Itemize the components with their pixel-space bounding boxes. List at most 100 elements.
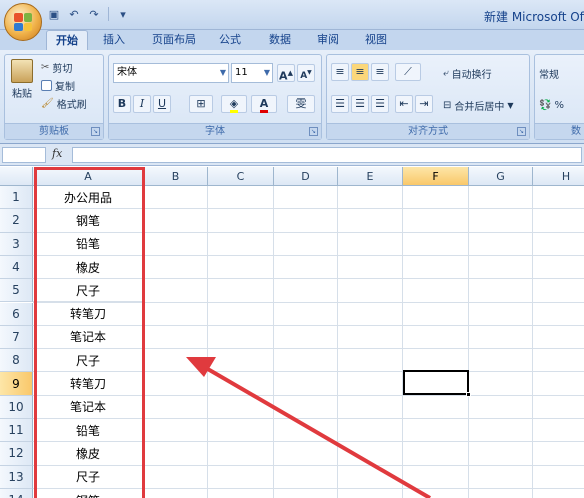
fill-handle[interactable] (466, 392, 471, 397)
paste-icon (11, 59, 33, 83)
paste-label: 粘贴 (12, 89, 32, 100)
ribbon-tabs: 开始 插入 页面布局 公式 数据 审阅 视图 (0, 30, 584, 50)
chevron-down-icon: ▼ (219, 68, 226, 77)
fill-color-button[interactable]: ◈ (221, 95, 247, 113)
shrink-font-button[interactable]: A▼ (297, 64, 315, 82)
font-color-button[interactable]: A (251, 95, 277, 113)
format-painter-button[interactable]: 🖌 格式刷 (41, 93, 87, 113)
grow-font-label: A (279, 69, 288, 83)
align-middle-icon: ≡ (355, 65, 365, 78)
font-launcher-icon[interactable]: ↘ (309, 127, 318, 136)
alignment-launcher-icon[interactable]: ↘ (517, 127, 526, 136)
scissors-icon: ✂ (41, 61, 50, 73)
merge-icon: ⊟ (443, 99, 452, 111)
row-header[interactable]: 2 (0, 209, 33, 233)
font-name-value: 宋体 (117, 67, 137, 78)
number-format-combo[interactable]: 常规 (539, 63, 559, 83)
align-middle-button[interactable]: ≡ (351, 63, 369, 81)
column-header-e[interactable]: E (338, 167, 403, 186)
wrap-text-icon: ⤶ (443, 67, 449, 79)
chevron-down-icon: ▼ (507, 100, 514, 110)
grid-vline (337, 186, 338, 498)
row-header[interactable]: 13 (0, 465, 33, 489)
font-size-combo[interactable]: 11 ▼ (231, 63, 273, 83)
tab-page-layout[interactable]: 页面布局 (144, 30, 204, 50)
tab-formulas[interactable]: 公式 (212, 30, 248, 50)
clipboard-launcher-icon[interactable]: ↘ (91, 127, 100, 136)
align-center-button[interactable]: ☰ (351, 95, 369, 113)
row-header[interactable]: 11 (0, 419, 33, 443)
increase-indent-icon: ⇥ (419, 97, 429, 110)
tab-insert[interactable]: 插入 (96, 30, 132, 50)
row-header[interactable]: 10 (0, 395, 33, 419)
name-box[interactable] (2, 147, 46, 163)
tab-view[interactable]: 视图 (358, 30, 394, 50)
tab-review[interactable]: 审阅 (310, 30, 346, 50)
row-header[interactable]: 12 (0, 442, 33, 466)
wrap-text-button[interactable]: ⤶ 自动换行 (443, 63, 492, 83)
fill-bucket-icon: ◈ (229, 97, 239, 113)
arrow-head (186, 357, 216, 377)
cut-button[interactable]: ✂ 剪切 (41, 57, 72, 77)
font-name-combo[interactable]: 宋体 ▼ (113, 63, 229, 83)
row-header[interactable]: 14 (0, 488, 33, 498)
row-header[interactable]: 1 (0, 186, 33, 210)
column-header-h[interactable]: H (533, 167, 584, 186)
tab-data[interactable]: 数据 (262, 30, 298, 50)
phonetic-button[interactable]: 雯 (287, 95, 315, 113)
row-header[interactable]: 8 (0, 349, 33, 373)
borders-button[interactable]: ⊞ (189, 95, 213, 113)
orientation-button[interactable]: ⟋ (395, 63, 421, 81)
paste-button[interactable]: 粘贴 (11, 59, 33, 105)
merge-center-button[interactable]: ⊟ 合并后居中 ▼ (443, 95, 514, 115)
arrow-shaft (204, 366, 432, 498)
column-header-f[interactable]: F (403, 167, 469, 186)
row-header[interactable]: 4 (0, 255, 33, 280)
fx-icon[interactable]: fx (52, 147, 62, 160)
italic-button[interactable]: I (133, 95, 151, 113)
align-bottom-button[interactable]: ≡ (371, 63, 389, 81)
grid-vline (402, 186, 403, 498)
tab-home[interactable]: 开始 (46, 30, 88, 50)
align-right-button[interactable]: ☰ (371, 95, 389, 113)
copy-button[interactable]: 复制 (41, 75, 75, 95)
chevron-down-icon: ▼ (263, 68, 270, 77)
redo-icon[interactable]: ↷ (86, 6, 102, 22)
save-icon[interactable]: ▣ (46, 6, 62, 22)
column-header-d[interactable]: D (274, 167, 338, 186)
column-header-b[interactable]: B (144, 167, 208, 186)
row-header[interactable]: 9 (0, 372, 33, 396)
spreadsheet-grid[interactable]: A B C D E F G H 1 办公用品 2 钢笔 3 铅笔 4 橡皮 5 尺子 6 转笔刀 7 笔记本 8 尺子 9 转笔刀… (0, 167, 584, 498)
underline-button[interactable]: U (153, 95, 171, 113)
column-header-c[interactable]: C (208, 167, 274, 186)
customize-qat-icon[interactable]: ▾ (115, 6, 131, 22)
column-a-highlight (34, 167, 145, 498)
decrease-indent-button[interactable]: ⇤ (395, 95, 413, 113)
row-header[interactable]: 3 (0, 232, 33, 256)
formula-input[interactable] (72, 147, 582, 163)
increase-indent-button[interactable]: ⇥ (415, 95, 433, 113)
font-color-label: A (259, 97, 269, 113)
office-logo-icon (14, 13, 32, 31)
brush-icon: 🖌 (41, 97, 54, 109)
row-header[interactable]: 7 (0, 325, 33, 350)
align-top-button[interactable]: ≡ (331, 63, 349, 81)
ribbon: 粘贴 ✂ 剪切 复制 🖌 格式刷 剪贴板 ↘ 宋体 ▼ 11 ▼ A▲ A▼ B… (0, 50, 584, 144)
active-cell[interactable] (403, 370, 469, 395)
select-all-corner[interactable] (0, 167, 33, 186)
percent-button[interactable]: 💱 % (539, 95, 564, 115)
align-left-button[interactable]: ☰ (331, 95, 349, 113)
align-bottom-icon: ≡ (375, 65, 385, 78)
alignment-group: ≡ ≡ ≡ ⟋ ⤶ 自动换行 ☰ ☰ ☰ ⇤ ⇥ ⊟ 合并后居中 ▼ 对齐方式 … (326, 54, 530, 140)
row-header[interactable]: 6 (0, 302, 33, 326)
qat-separator (108, 7, 109, 21)
office-button[interactable] (4, 3, 42, 41)
row-header[interactable]: 5 (0, 279, 33, 303)
clipboard-group: 粘贴 ✂ 剪切 复制 🖌 格式刷 剪贴板 ↘ (4, 54, 104, 140)
merge-center-label: 合并后居中 (454, 101, 505, 113)
undo-icon[interactable]: ↶ (66, 6, 82, 22)
column-header-g[interactable]: G (469, 167, 533, 186)
bold-button[interactable]: B (113, 95, 131, 113)
grid-vline (468, 186, 469, 498)
grow-font-button[interactable]: A▲ (277, 64, 295, 83)
